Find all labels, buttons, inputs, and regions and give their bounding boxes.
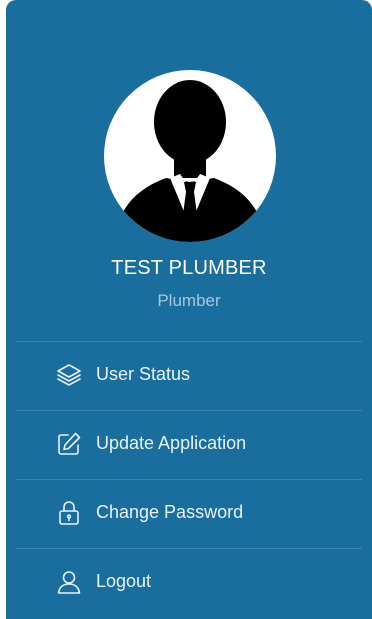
user-icon bbox=[56, 569, 82, 595]
layers-icon bbox=[56, 362, 82, 388]
profile-role: Plumber bbox=[157, 291, 221, 310]
menu-item-user-status[interactable]: User Status bbox=[16, 341, 362, 410]
avatar bbox=[104, 70, 276, 242]
sidebar-panel: TEST PLUMBER Plumber User Status Update … bbox=[6, 0, 372, 619]
person-silhouette-icon bbox=[114, 80, 266, 242]
menu-item-change-password[interactable]: Change Password bbox=[16, 479, 362, 548]
menu-item-label: Change Password bbox=[96, 502, 244, 522]
sidebar-menu: User Status Update Application Change Pa… bbox=[16, 341, 362, 617]
lock-icon bbox=[56, 500, 82, 526]
menu-item-update-application[interactable]: Update Application bbox=[16, 410, 362, 479]
edit-icon bbox=[56, 431, 82, 457]
menu-item-label: User Status bbox=[96, 364, 191, 384]
menu-item-label: Logout bbox=[96, 571, 152, 591]
profile-name: TEST PLUMBER bbox=[111, 257, 267, 279]
menu-item-label: Update Application bbox=[96, 433, 247, 453]
menu-item-logout[interactable]: Logout bbox=[16, 548, 362, 617]
